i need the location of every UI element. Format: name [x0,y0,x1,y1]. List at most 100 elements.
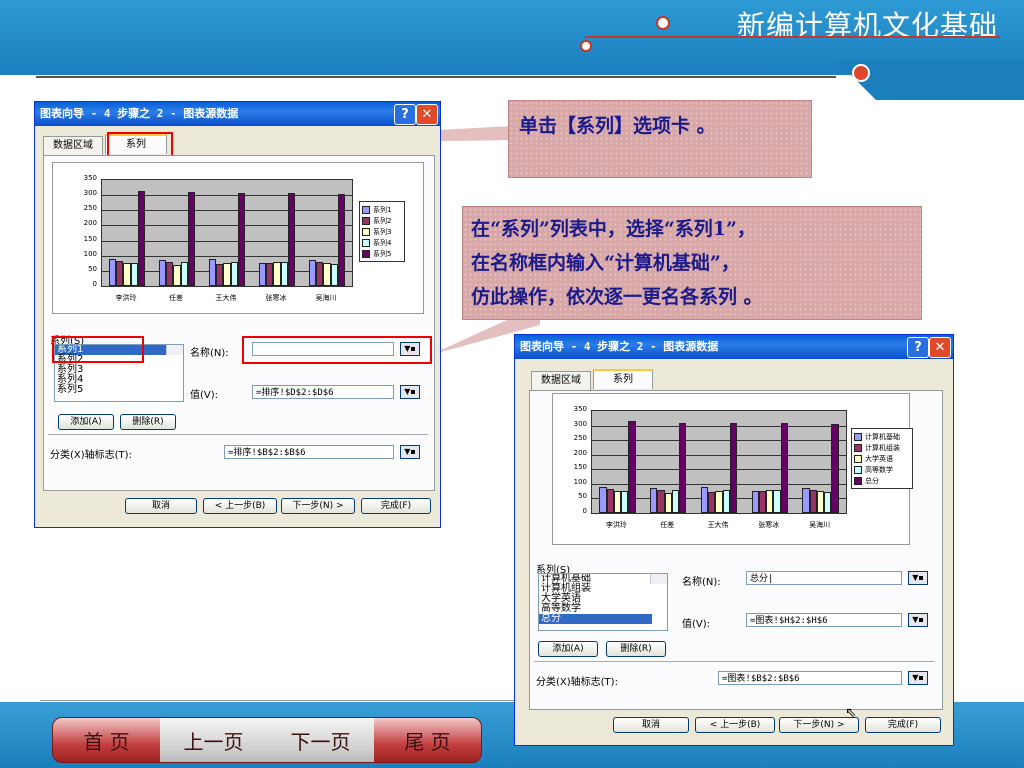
chart-bar [816,491,825,513]
chart-x-tick: 李洪玲 [115,294,137,302]
category-range-picker-icon[interactable]: ▼▪ [400,445,420,459]
category-range-picker-icon[interactable]: ▼▪ [908,671,928,685]
chart-x-tick: 任差 [660,521,675,529]
header-dot-decoration [656,16,670,30]
dialog-left-titlebar: 图表向导 - 4 步骤之 2 - 图表源数据 [35,102,440,126]
chart-y-tick: 100 [573,477,587,486]
chart-bar [223,263,231,286]
callout-step-one: 单击【系列】选项卡 。 [508,100,812,178]
category-input[interactable]: =图表!$B$2:$B$6 [718,671,902,685]
chart-bar [700,486,709,513]
next-step-button[interactable]: 下一步(N) > [281,498,355,514]
legend-swatch [854,454,862,463]
cancel-button[interactable]: 取消 [125,498,197,514]
finish-button[interactable]: 完成(F) [865,717,941,733]
chart-bar [679,422,687,513]
value-input[interactable]: =图表!$H$2:$H$6 [746,613,902,627]
chart-y-tick: 200 [83,219,97,228]
chart-x-tick: 任差 [169,294,183,302]
delete-series-button[interactable]: 删除(R) [606,641,666,657]
series-listbox-scrollbar[interactable] [166,345,183,355]
category-label: 分类(X)轴标志(T): [536,677,618,688]
help-icon[interactable]: ? [394,104,416,125]
chart-bar [824,492,832,513]
chart-bar [671,489,680,513]
add-series-button[interactable]: 添加(A) [538,641,598,657]
panel-divider [534,661,934,662]
highlight-name-field [242,336,432,364]
legend-label: 计算机组装 [865,443,900,452]
tab-data-range[interactable]: 数据区域 [531,371,591,391]
chart-bar [273,262,281,286]
name-label: 名称(N): [190,348,229,359]
legend-label: 系列5 [373,249,392,258]
chart-y-tick: 50 [88,264,97,273]
close-icon[interactable]: ✕ [929,337,951,358]
legend-swatch [362,238,370,247]
chart-y-tick: 350 [573,405,587,413]
chart-legend-entry: 系列2 [362,215,402,226]
chart-legend-entry: 系列3 [362,226,402,237]
value-range-picker-icon[interactable]: ▼▪ [908,613,928,627]
nav-first-button[interactable]: 首 页 [53,718,160,762]
callout-step-two-line2: 在名称框内输入“计算机基础”， [471,252,740,274]
header-underline [585,36,1000,38]
chart-bar [173,264,181,286]
chart-legend-entry: 系列4 [362,237,402,248]
chart-bar [809,490,817,513]
chart-x-tick: 吴海川 [315,294,337,302]
value-input[interactable]: =排序!$D$2:$D$6 [252,385,394,399]
chart-bar [780,423,788,513]
chart-y-tick: 50 [578,492,587,501]
add-series-button[interactable]: 添加(A) [58,414,114,430]
chart-legend-entry: 系列5 [362,248,402,259]
chart-bar [323,263,331,286]
chart-bar [831,424,839,513]
help-icon[interactable]: ? [907,337,929,358]
cancel-button[interactable]: 取消 [613,717,689,733]
chart-bar [316,262,324,286]
chart-y-tick: 100 [83,249,97,258]
chart-preview-right: 350 300 250 200 150 100 50 0 李洪玲 任差 王大伟 张寒冰 吴海川 计算机… [552,393,913,545]
close-icon[interactable]: ✕ [416,104,438,125]
chart-x-tick: 王大伟 [707,521,729,529]
finish-button[interactable]: 完成(F) [361,498,431,514]
nav-next-button[interactable]: 下一页 [267,718,374,762]
chart-bar [187,192,195,286]
series-list-item[interactable]: 总分 [539,614,652,624]
tab-data-range[interactable]: 数据区域 [43,136,103,156]
series-listbox[interactable]: 计算机基础 计算机组装 大学英语 高等数学 总分 [538,573,668,631]
tab-series[interactable]: 系列 [593,369,653,389]
chart-y-tick: 0 [582,507,587,515]
chart-legend-entry: 计算机基础 [854,431,910,442]
chart-bar [722,490,730,513]
legend-label: 系列2 [373,216,392,225]
delete-series-button[interactable]: 删除(R) [120,414,176,430]
chart-y-tick: 300 [573,419,587,428]
legend-swatch [854,443,862,452]
nav-prev-button[interactable]: 上一页 [160,718,267,762]
series-listbox-scrollbar[interactable] [650,574,667,584]
chart-y-tick: 150 [83,234,97,243]
chart-y-tick: 350 [83,174,97,182]
legend-label: 总分 [865,476,879,485]
chart-y-tick: 0 [92,280,97,288]
legend-swatch [854,432,862,441]
legend-swatch [362,216,370,225]
prev-step-button[interactable]: < 上一步(B) [695,717,775,733]
chart-bar [773,489,781,513]
chart-x-tick: 李洪玲 [605,521,627,529]
name-range-picker-icon[interactable]: ▼▪ [908,571,928,585]
value-range-picker-icon[interactable]: ▼▪ [400,385,420,399]
prev-step-button[interactable]: < 上一步(B) [203,498,277,514]
chart-legend-entry: 大学英语 [854,453,910,464]
chart-legend-entry: 系列1 [362,204,402,215]
series-list-item[interactable]: 系列5 [55,385,168,395]
name-input[interactable]: 总分| [746,571,902,585]
chart-bar [309,260,317,286]
chart-legend-entry: 计算机组装 [854,442,910,453]
chart-x-tick: 王大伟 [215,294,237,302]
nav-last-button[interactable]: 尾 页 [374,718,481,762]
dialog-right-panel: 350 300 250 200 150 100 50 0 李洪玲 任差 王大伟 张寒冰 吴海川 计算机… [529,390,943,710]
category-input[interactable]: =排序!$B$2:$B$6 [224,445,394,459]
